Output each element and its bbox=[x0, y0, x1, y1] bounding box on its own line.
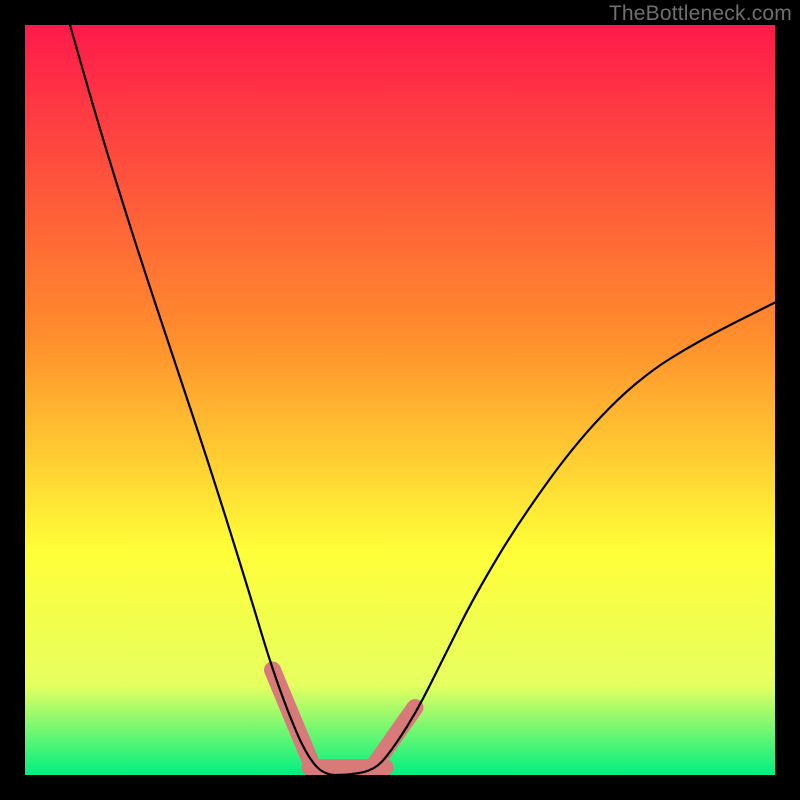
watermark-text: TheBottleneck.com bbox=[609, 2, 792, 26]
chart-frame: TheBottleneck.com bbox=[0, 0, 800, 800]
plot-area bbox=[25, 25, 775, 775]
bottleneck-chart bbox=[25, 25, 775, 775]
gradient-background bbox=[25, 25, 775, 775]
